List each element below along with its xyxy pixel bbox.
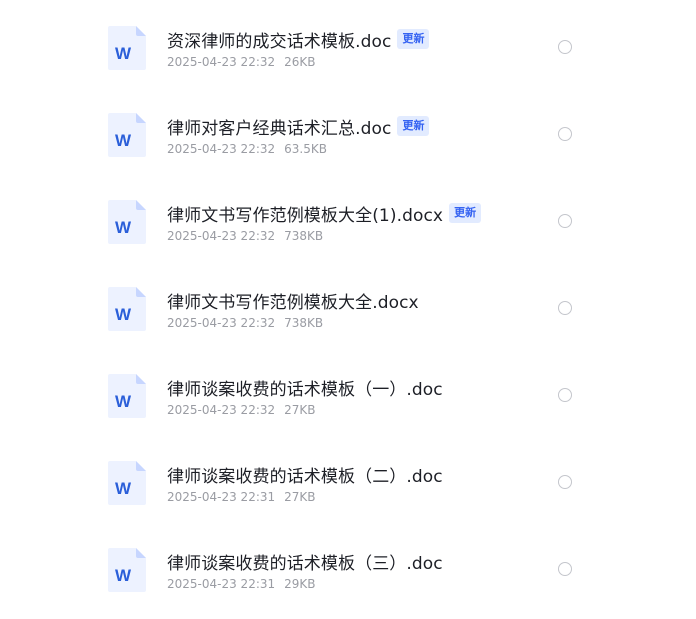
file-row[interactable]: W 律师谈案收费的话术模板（二）.doc 2025-04-23 22:31 27… (0, 459, 696, 539)
file-row[interactable]: W 律师文书写作范例模板大全(1).docx 更新 2025-04-23 22:… (0, 198, 696, 278)
update-badge: 更新 (397, 29, 430, 49)
file-size: 27KB (284, 490, 316, 504)
file-row[interactable]: W 律师文书写作范例模板大全.docx 2025-04-23 22:32 738… (0, 285, 696, 365)
file-date: 2025-04-23 22:32 (167, 55, 276, 69)
file-row[interactable]: W 资深律师的成交话术模板.doc 更新 2025-04-23 22:32 26… (0, 24, 696, 104)
file-meta: 2025-04-23 22:32 27KB (167, 403, 316, 417)
svg-text:W: W (115, 131, 132, 150)
file-meta: 2025-04-23 22:31 27KB (167, 490, 316, 504)
file-size: 738KB (284, 229, 324, 243)
svg-text:W: W (115, 218, 132, 237)
file-name: 律师谈案收费的话术模板（二）.doc (167, 466, 443, 487)
file-meta: 2025-04-23 22:32 63.5KB (167, 142, 327, 156)
select-radio[interactable] (558, 562, 572, 576)
word-doc-icon: W (106, 198, 148, 246)
file-date: 2025-04-23 22:31 (167, 577, 276, 591)
file-meta: 2025-04-23 22:32 738KB (167, 229, 323, 243)
file-size: 738KB (284, 316, 324, 330)
file-row[interactable]: W 律师谈案收费的话术模板（三）.doc 2025-04-23 22:31 29… (0, 546, 696, 619)
file-name: 律师谈案收费的话术模板（三）.doc (167, 553, 443, 574)
svg-text:W: W (115, 392, 132, 411)
file-date: 2025-04-23 22:32 (167, 229, 276, 243)
select-radio[interactable] (558, 388, 572, 402)
select-radio[interactable] (558, 127, 572, 141)
file-row[interactable]: W 律师对客户经典话术汇总.doc 更新 2025-04-23 22:32 63… (0, 111, 696, 191)
file-size: 63.5KB (284, 142, 327, 156)
file-list: W 资深律师的成交话术模板.doc 更新 2025-04-23 22:32 26… (0, 0, 696, 619)
select-radio[interactable] (558, 214, 572, 228)
word-doc-icon: W (106, 459, 148, 507)
update-badge: 更新 (449, 203, 482, 223)
select-radio[interactable] (558, 475, 572, 489)
file-name: 律师对客户经典话术汇总.doc (167, 118, 392, 139)
svg-text:W: W (115, 44, 132, 63)
file-date: 2025-04-23 22:32 (167, 316, 276, 330)
file-name: 律师谈案收费的话术模板（一）.doc (167, 379, 443, 400)
svg-text:W: W (115, 566, 132, 585)
update-badge: 更新 (397, 116, 430, 136)
file-row[interactable]: W 律师谈案收费的话术模板（一）.doc 2025-04-23 22:32 27… (0, 372, 696, 452)
file-size: 27KB (284, 403, 316, 417)
word-doc-icon: W (106, 285, 148, 333)
file-name: 资深律师的成交话术模板.doc (167, 31, 392, 52)
select-radio[interactable] (558, 40, 572, 54)
file-meta: 2025-04-23 22:31 29KB (167, 577, 316, 591)
word-doc-icon: W (106, 372, 148, 420)
file-name: 律师文书写作范例模板大全.docx (167, 292, 419, 313)
word-doc-icon: W (106, 111, 148, 159)
file-size: 29KB (284, 577, 316, 591)
file-meta: 2025-04-23 22:32 26KB (167, 55, 316, 69)
file-meta: 2025-04-23 22:32 738KB (167, 316, 323, 330)
file-date: 2025-04-23 22:32 (167, 403, 276, 417)
select-radio[interactable] (558, 301, 572, 315)
svg-text:W: W (115, 479, 132, 498)
word-doc-icon: W (106, 546, 148, 594)
svg-text:W: W (115, 305, 132, 324)
word-doc-icon: W (106, 24, 148, 72)
file-date: 2025-04-23 22:31 (167, 490, 276, 504)
file-size: 26KB (284, 55, 316, 69)
file-date: 2025-04-23 22:32 (167, 142, 276, 156)
file-name: 律师文书写作范例模板大全(1).docx (167, 205, 444, 226)
